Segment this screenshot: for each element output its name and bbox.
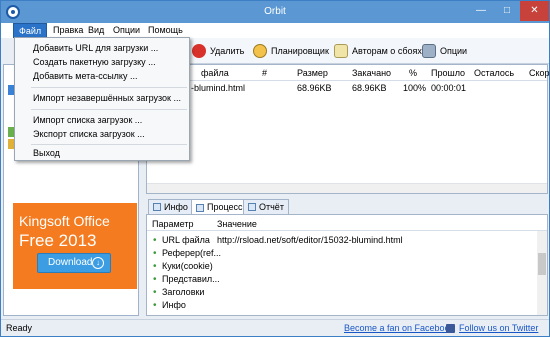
tab-info-label: Инфо [164,201,188,212]
menu-separator [31,87,187,88]
col-speed[interactable]: Скор [529,68,550,78]
ad-free-text: Free 2013 [19,231,97,250]
row-size: 68.96KB [297,83,332,93]
col-percent[interactable]: % [409,68,417,78]
bullet-icon: • [153,287,157,298]
delete-button[interactable]: Удалить [192,42,244,60]
log-tab-icon [248,203,256,211]
bullet-icon: • [153,261,157,272]
tab-progress-label: Процесс [207,202,243,212]
detail-param: Заголовки [162,287,205,297]
menu-import-list[interactable]: Импорт списка загрузок ... [33,115,142,125]
col-size[interactable]: Размер [297,68,328,78]
menu-separator [31,109,187,110]
ad-download-button[interactable]: Download ↓ [37,253,111,273]
detail-param: Реферер(ref... [162,248,222,258]
minimize-button[interactable]: — [468,1,494,21]
detail-param: Представил... [162,274,220,284]
maximize-button[interactable]: □ [494,1,520,21]
menu-bar: Файл Правка Вид Опции Помощь [1,23,549,38]
detail-row[interactable]: • Реферер(ref... [147,248,547,260]
menu-options[interactable]: Опции [108,23,145,38]
menu-import-unfinished[interactable]: Импорт незавершённых загрузок ... [33,93,181,103]
orbit-window: Orbit — □ ✕ Файл Правка Вид Опции Помощь… [0,0,550,337]
detail-row[interactable]: • URL файла http://rsload.net/soft/edito… [147,235,547,247]
close-button[interactable]: ✕ [520,1,549,21]
kingsoft-ad-banner[interactable]: Kingsoft Office Free 2013 Download ↓ [13,203,137,289]
col-elapsed[interactable]: Прошло [431,68,465,78]
twitter-link[interactable]: Follow us on Twitter [459,323,538,333]
col-filename[interactable]: файла [201,68,229,78]
bullet-icon: • [153,274,157,285]
title-bar: Orbit — □ ✕ [1,1,549,23]
pencil-note-icon [334,44,348,58]
bullet-icon: • [153,300,157,311]
file-menu-dropdown: Добавить URL для загрузки ... Создать па… [14,37,190,161]
progress-tab-icon [196,203,204,212]
detail-row[interactable]: • Инфо [147,300,547,312]
detail-tabs: Инфо Процесс Отчёт [146,199,548,215]
menu-export-list[interactable]: Экспорт списка загрузок ... [33,129,145,139]
detail-value: http://rsload.net/soft/editor/15032-blum… [217,235,403,245]
detail-row[interactable]: • Представил... [147,274,547,286]
options-button[interactable]: Опции [422,42,467,60]
row-percent: 100% [403,83,427,93]
scheduler-button[interactable]: Планировщик [253,42,329,60]
clock-icon [253,44,267,58]
menu-help[interactable]: Помощь [143,23,188,38]
bullet-icon: • [153,235,157,246]
download-arrow-icon: ↓ [92,257,104,269]
window-title: Orbit [264,6,286,17]
menu-view[interactable]: Вид [83,23,109,38]
detail-row[interactable]: • Куки(cookie) [147,261,547,273]
detail-param: URL файла [162,235,210,245]
delete-label: Удалить [210,46,245,56]
info-tab-icon [153,203,161,211]
menu-batch-download[interactable]: Создать пакетную загрузку ... [33,57,156,67]
menu-exit[interactable]: Выход [33,148,60,158]
detail-vertical-scrollbar[interactable] [537,231,547,315]
menu-add-metalink[interactable]: Добавить мета-ссылку ... [33,71,137,81]
toolbar: Удалить Планировщик Авторам о сбоях Опци… [141,38,549,64]
scrollbar-thumb[interactable] [538,253,546,275]
tab-progress[interactable]: Процесс [191,199,248,215]
tab-log-label: Отчёт [259,201,284,212]
col-param[interactable]: Параметр [152,219,194,229]
tab-info[interactable]: Инфо [148,199,193,214]
col-number[interactable]: # [262,68,267,78]
detail-row[interactable]: • Заголовки [147,287,547,299]
detail-header: Параметр Значение [147,215,547,231]
ad-brand: Kingsoft Office [19,213,110,229]
detail-table[interactable]: Параметр Значение • URL файла http://rsl… [146,214,548,316]
row-filename: -blumind.html [191,83,246,93]
col-value[interactable]: Значение [217,219,257,229]
col-downloaded[interactable]: Закачано [352,68,391,78]
status-text: Ready [6,323,33,333]
list-horizontal-scrollbar[interactable] [147,183,547,193]
download-row[interactable]: -blumind.html 68.96KB 68.96KB 100% 00:00… [147,82,547,95]
menu-separator [31,144,187,145]
menu-file[interactable]: Файл [13,23,48,38]
tools-icon [422,44,436,58]
facebook-icon[interactable] [446,324,455,333]
detail-param: Инфо [162,300,186,310]
bullet-icon: • [153,248,157,259]
row-elapsed: 00:00:01 [431,83,467,93]
download-list[interactable]: файла # Размер Закачано % Прошло Осталос… [146,64,550,194]
detail-param: Куки(cookie) [162,261,213,271]
delete-icon [192,44,206,58]
tab-log[interactable]: Отчёт [243,199,289,214]
facebook-link[interactable]: Become a fan on Facebook [344,323,454,333]
download-list-header: файла # Размер Закачано % Прошло Осталос… [147,65,550,81]
row-downloaded: 68.96KB [352,83,387,93]
report-bug-label: Авторам о сбоях [352,46,422,56]
col-remaining[interactable]: Осталось [474,68,514,78]
options-label: Опции [440,46,468,56]
scheduler-label: Планировщик [271,46,329,56]
menu-add-url[interactable]: Добавить URL для загрузки ... [33,43,158,53]
report-bug-button[interactable]: Авторам о сбоях [334,42,422,60]
status-bar: Ready Become a fan on Facebook Follow us… [1,319,549,336]
ad-download-label: Download [48,257,93,268]
